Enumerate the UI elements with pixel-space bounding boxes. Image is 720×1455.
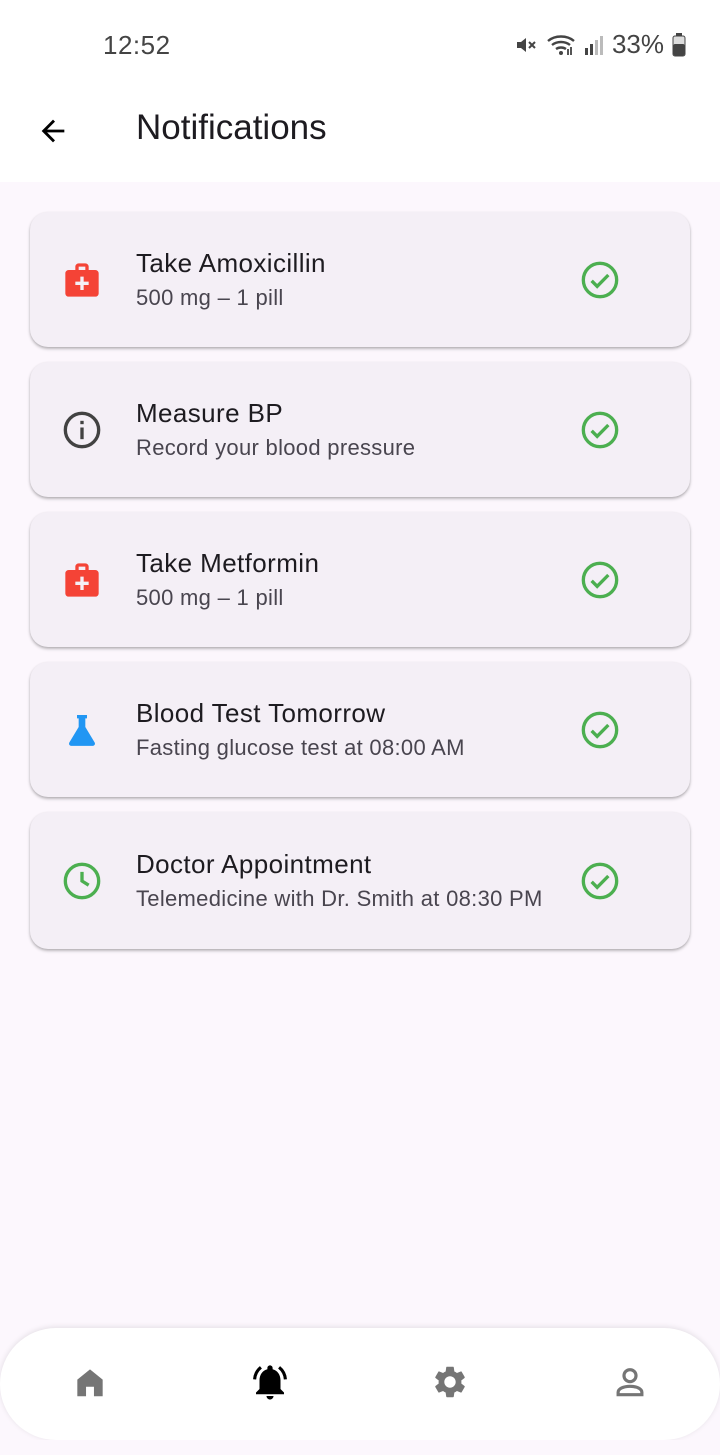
notification-card[interactable]: Take Amoxicillin 500 mg – 1 pill [30,212,690,347]
medical-kit-icon [60,558,104,602]
wifi-icon [546,33,576,57]
nav-profile[interactable] [585,1339,675,1429]
home-icon [71,1363,109,1406]
notification-subtitle: 500 mg – 1 pill [136,284,284,310]
info-icon [60,408,104,452]
notification-card[interactable]: Measure BP Record your blood pressure [30,362,690,497]
status-icons: 33% [514,29,686,60]
notification-subtitle: 500 mg – 1 pill [136,584,284,610]
status-bar: 12:52 33% [0,0,720,90]
notification-subtitle: Telemedicine with Dr. Smith at 08:30 PM [136,885,543,911]
status-time: 12:52 [103,30,171,60]
notification-title: Take Metformin [136,547,320,578]
flask-icon [60,708,104,752]
nav-settings[interactable] [405,1339,495,1429]
nav-home[interactable] [45,1339,135,1429]
notification-card[interactable]: Take Metformin 500 mg – 1 pill [30,512,690,647]
page-title: Notifications [136,108,327,147]
back-button[interactable] [28,108,78,158]
signal-icon [584,34,604,56]
check-circle-icon[interactable] [580,861,620,901]
nav-notifications[interactable] [225,1339,315,1429]
person-icon [611,1363,649,1406]
notification-title: Blood Test Tomorrow [136,697,386,728]
notification-subtitle: Record your blood pressure [136,434,416,460]
notification-title: Doctor Appointment [136,848,372,879]
bell-icon [249,1361,291,1408]
check-circle-icon[interactable] [580,260,620,300]
notification-card[interactable]: Blood Test Tomorrow Fasting glucose test… [30,662,690,797]
gear-icon [431,1363,469,1406]
notification-subtitle: Fasting glucose test at 08:00 AM [136,734,465,760]
notification-list: Take Amoxicillin 500 mg – 1 pill Measure… [30,212,690,964]
notification-card[interactable]: Doctor Appointment Telemedicine with Dr.… [30,812,690,949]
clock-icon [60,859,104,903]
check-circle-icon[interactable] [580,560,620,600]
notification-title: Measure BP [136,397,284,428]
medical-kit-icon [60,258,104,302]
check-circle-icon[interactable] [580,710,620,750]
mute-icon [514,33,538,57]
gesture-area [0,1440,720,1455]
arrow-back-icon [36,114,70,153]
bottom-navigation [0,1328,720,1440]
battery-icon [672,32,686,57]
battery-percent: 33% [611,29,664,59]
notification-title: Take Amoxicillin [136,247,326,278]
app-bar: Notifications [0,90,720,182]
check-circle-icon[interactable] [580,410,620,450]
